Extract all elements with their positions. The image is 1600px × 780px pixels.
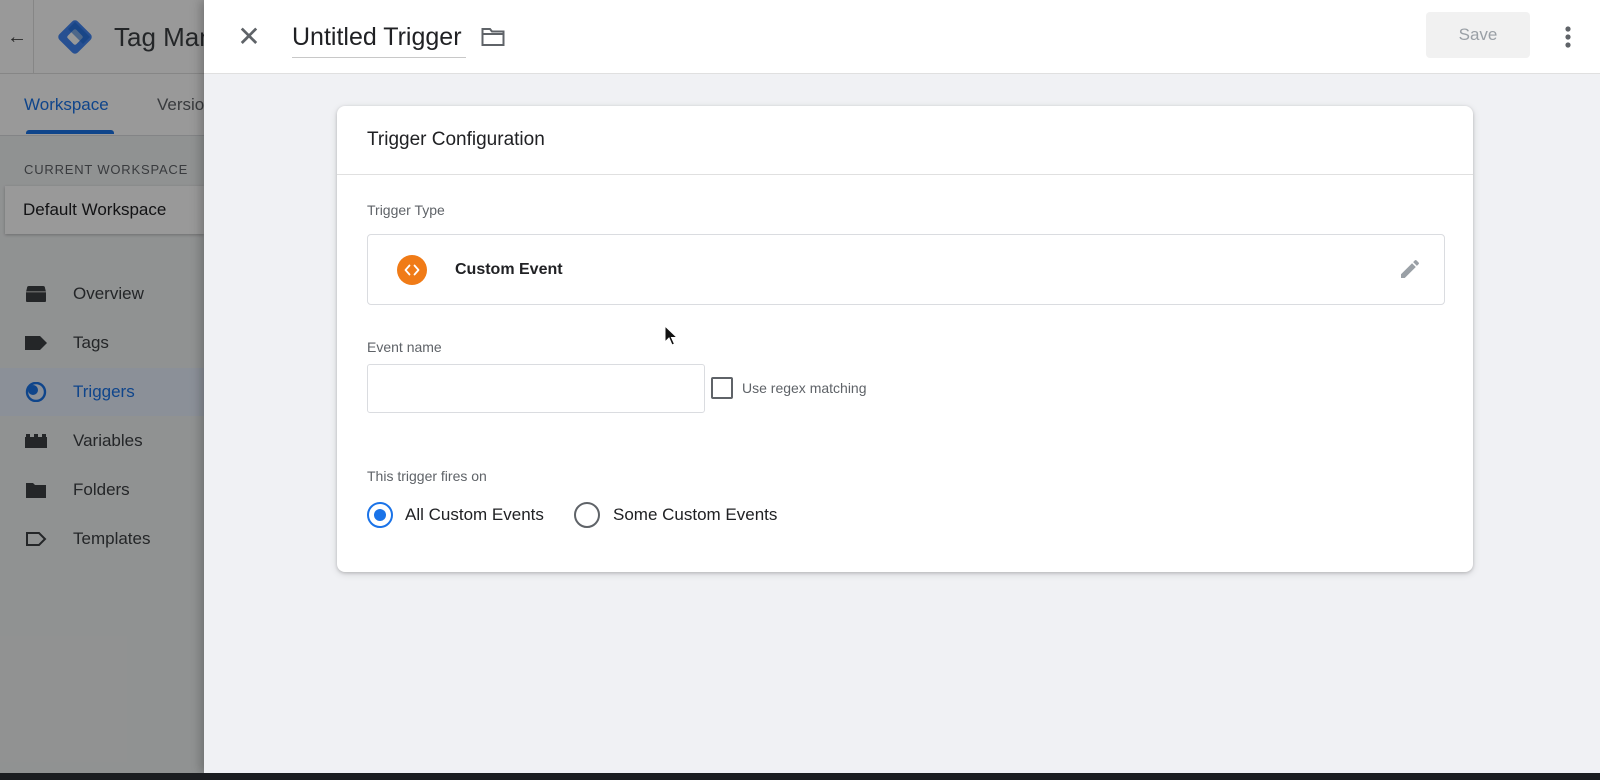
trigger-editor-panel: ✕ Untitled Trigger Save Trigger Configur… bbox=[204, 0, 1600, 773]
radio-all-custom-events-label[interactable]: All Custom Events bbox=[405, 504, 544, 526]
close-icon[interactable]: ✕ bbox=[234, 22, 264, 52]
folder-icon[interactable] bbox=[480, 25, 506, 49]
trigger-type-selector[interactable]: Custom Event bbox=[367, 234, 1445, 305]
event-name-label: Event name bbox=[367, 339, 442, 355]
editor-header: ✕ Untitled Trigger Save bbox=[204, 0, 1600, 74]
radio-some-custom-events-label[interactable]: Some Custom Events bbox=[613, 504, 777, 526]
trigger-type-name: Custom Event bbox=[455, 261, 563, 278]
bottom-strip bbox=[0, 773, 1600, 780]
dim-overlay[interactable] bbox=[0, 0, 204, 773]
card-divider bbox=[337, 174, 1473, 175]
pencil-edit-icon[interactable] bbox=[1398, 257, 1422, 281]
radio-all-custom-events[interactable] bbox=[367, 502, 393, 528]
trigger-name-field[interactable]: Untitled Trigger bbox=[292, 18, 466, 58]
mouse-cursor-icon bbox=[664, 325, 678, 346]
radio-some-custom-events[interactable] bbox=[574, 502, 600, 528]
fires-on-label: This trigger fires on bbox=[367, 468, 487, 484]
trigger-configuration-card: Trigger Configuration Trigger Type Custo… bbox=[337, 106, 1473, 572]
regex-checkbox-label[interactable]: Use regex matching bbox=[742, 378, 867, 398]
event-name-input[interactable] bbox=[367, 364, 705, 413]
card-title: Trigger Configuration bbox=[367, 129, 545, 150]
save-button[interactable]: Save bbox=[1426, 12, 1530, 58]
custom-event-icon bbox=[397, 255, 427, 285]
background-shell: ← Tag Manager Workspace Versions CURRENT… bbox=[0, 0, 204, 773]
regex-checkbox[interactable] bbox=[711, 377, 733, 399]
trigger-type-label: Trigger Type bbox=[367, 202, 445, 218]
app-root: ← Tag Manager Workspace Versions CURRENT… bbox=[0, 0, 1600, 780]
more-options-icon[interactable] bbox=[1556, 22, 1580, 52]
